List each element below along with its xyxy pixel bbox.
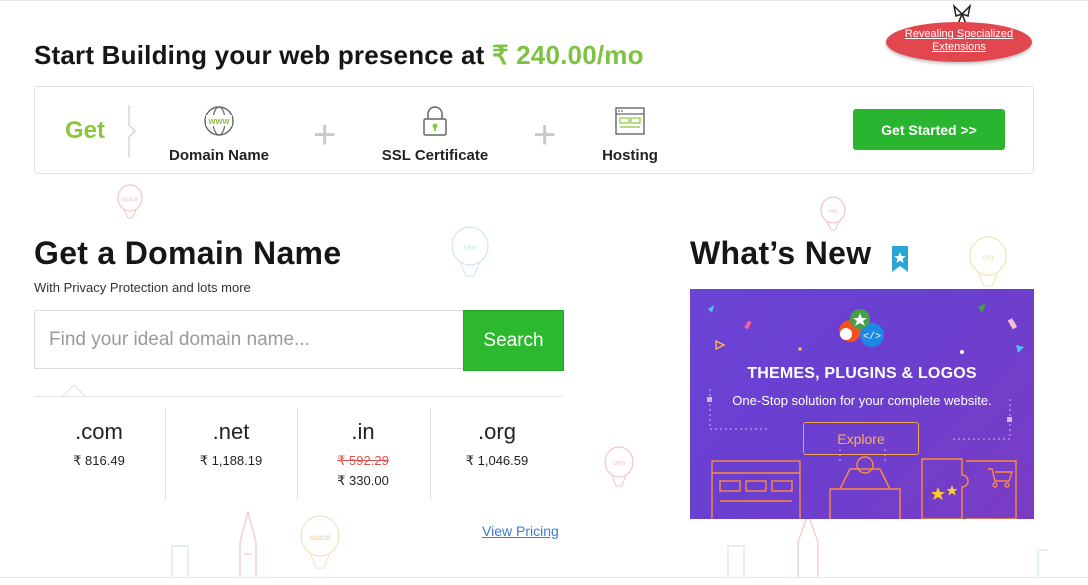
tld-name: .net [212,419,250,444]
tld-separator [430,408,431,500]
tld-item-net[interactable]: .net ₹ 1,188.19 [166,419,296,469]
tld-price: ₹ 330.00 [337,473,389,488]
browser-window-icon [615,107,645,135]
balloon-decoration: space [117,184,143,219]
bookmark-star-icon [892,246,908,272]
whats-new-banner[interactable]: </> THEMES, PLUGINS & LOGOS One-Stop sol… [690,289,1034,519]
tld-divider [34,396,563,397]
balloon-decoration: site [451,226,489,277]
get-bundle-box: Get www Domain Name + SSL Certificate + [34,86,1034,174]
banner-title: THEMES, PLUGINS & LOGOS [747,365,977,382]
balloon-label: org [982,253,994,262]
balloon-label: space [122,197,139,203]
tld-price: ₹ 1,046.59 [465,453,529,468]
domain-section-subtitle: With Privacy Protection and lots more [34,280,251,295]
tld-name: .in [351,419,375,444]
promo-badge[interactable]: Revealing Specialized Extensions [884,2,1036,66]
tld-item-org[interactable]: .org ₹ 1,046.59 [432,419,562,469]
banner-subtitle: One-Stop solution for your complete webs… [732,393,992,408]
tld-item-com[interactable]: .com ₹ 816.49 [34,419,164,469]
tld-old-price: ₹ 592.29 [337,453,389,468]
chevron-divider [128,105,137,157]
domain-search-input[interactable] [34,310,463,369]
svg-text:www: www [207,116,230,126]
get-label: Get [65,117,106,144]
padlock-icon [423,106,447,136]
view-pricing-link[interactable]: View Pricing [482,523,559,539]
bundle-item-domain: www Domain Name [149,105,289,164]
plus-icon: + [313,113,337,157]
bundle-item-ssl: SSL Certificate [365,105,505,164]
tld-name: .org [478,419,516,444]
ribbon-bow-icon [952,3,972,24]
tld-item-in[interactable]: .in ₹ 592.29 ₹ 330.00 [298,419,428,489]
balloon-decoration: com [604,446,634,487]
domain-search-bar: Search [34,310,564,371]
balloon-label: com [612,460,625,467]
bottom-divider [0,577,1088,578]
bundle-item-hosting: Hosting [560,105,700,164]
explore-button[interactable]: Explore [803,422,919,455]
skyline-decoration [171,510,1048,578]
promo-oval[interactable]: Revealing Specialized Extensions [886,22,1032,62]
headline-price: ₹ 240.00/mo [491,40,644,70]
balloon-decoration: org [969,236,1007,287]
balloon-label: net [829,209,838,215]
domain-section-title: Get a Domain Name [34,235,342,271]
bundle-label-domain: Domain Name [168,147,270,164]
get-started-button[interactable]: Get Started >> [853,109,1005,150]
tld-price: ₹ 1,188.19 [199,453,263,468]
plus-icon: + [533,113,557,157]
promo-link[interactable]: Revealing Specialized Extensions [886,28,1032,54]
top-divider [0,0,1088,1]
svg-text:</>: </> [863,331,881,343]
search-button[interactable]: Search [463,310,564,371]
whats-new-title: What’s New [690,235,872,271]
balloon-decoration: net [820,196,846,231]
tld-price: ₹ 816.49 [73,453,125,468]
tld-name: .com [75,419,123,444]
headline-text: Start Building your web presence at [34,40,492,70]
www-globe-icon: www [204,106,234,136]
bundle-label-ssl: SSL Certificate [381,147,489,164]
bundle-label-hosting: Hosting [602,147,658,164]
balloon-label: site [464,243,477,252]
page-headline: Start Building your web presence at ₹ 24… [34,40,644,71]
